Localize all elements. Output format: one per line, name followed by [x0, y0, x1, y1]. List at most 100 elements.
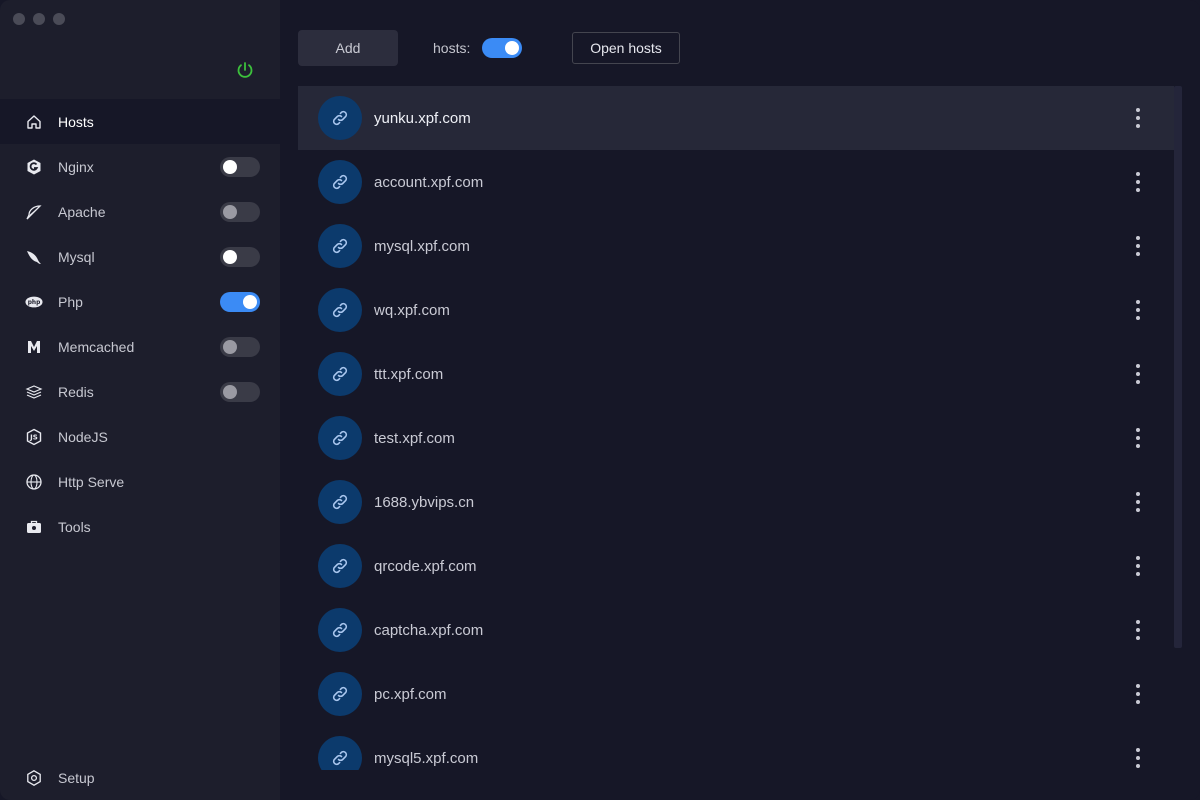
host-row[interactable]: pc.xpf.com: [298, 662, 1174, 726]
nginx-toggle[interactable]: [220, 157, 260, 177]
host-name: wq.xpf.com: [374, 301, 450, 319]
sidebar-item-nginx[interactable]: Nginx: [0, 144, 280, 189]
sidebar-item-label: Redis: [58, 383, 94, 400]
host-name: test.xpf.com: [374, 429, 455, 447]
sidebar-item-label: Setup: [58, 769, 95, 786]
link-icon: [318, 544, 362, 588]
sidebar-nav: Hosts Nginx Apache Mysql php Php Memcach…: [0, 99, 280, 549]
memcached-icon: [25, 338, 43, 356]
link-icon: [318, 224, 362, 268]
mysql-toggle[interactable]: [220, 247, 260, 267]
more-options-icon[interactable]: [1132, 620, 1144, 640]
host-row[interactable]: captcha.xpf.com: [298, 598, 1174, 662]
minimize-window-button[interactable]: [33, 13, 45, 25]
more-options-icon[interactable]: [1132, 236, 1144, 256]
sidebar-footer: Setup: [0, 755, 280, 800]
svg-text:JS: JS: [29, 433, 38, 441]
mysql-dolphin-icon: [25, 248, 43, 266]
apache-feather-icon: [25, 203, 43, 221]
link-icon: [318, 160, 362, 204]
scrollbar[interactable]: [1174, 86, 1182, 648]
link-icon: [318, 416, 362, 460]
link-icon: [318, 608, 362, 652]
host-row[interactable]: account.xpf.com: [298, 150, 1174, 214]
more-options-icon[interactable]: [1132, 364, 1144, 384]
more-options-icon[interactable]: [1132, 428, 1144, 448]
link-icon: [318, 288, 362, 332]
host-name: mysql5.xpf.com: [374, 749, 479, 767]
php-toggle[interactable]: [220, 292, 260, 312]
sidebar-item-hosts[interactable]: Hosts: [0, 99, 280, 144]
sidebar-item-label: Apache: [58, 203, 106, 220]
gear-icon: [25, 769, 43, 787]
host-row[interactable]: wq.xpf.com: [298, 278, 1174, 342]
more-options-icon[interactable]: [1132, 684, 1144, 704]
sidebar-item-http-serve[interactable]: Http Serve: [0, 459, 280, 504]
host-name: captcha.xpf.com: [374, 621, 484, 639]
nodejs-hexagon-icon: JS: [25, 428, 43, 446]
php-icon: php: [25, 293, 43, 311]
host-row[interactable]: qrcode.xpf.com: [298, 534, 1174, 598]
redis-stack-icon: [25, 383, 43, 401]
nginx-icon: [25, 158, 43, 176]
more-options-icon[interactable]: [1132, 108, 1144, 128]
host-row[interactable]: test.xpf.com: [298, 406, 1174, 470]
sidebar-item-label: Mysql: [58, 248, 95, 265]
link-icon: [318, 96, 362, 140]
host-row[interactable]: mysql5.xpf.com: [298, 726, 1174, 770]
main-content: Add hosts: Open hosts yunku.xpf.com accou…: [280, 0, 1200, 800]
home-icon: [25, 113, 43, 131]
link-icon: [318, 480, 362, 524]
sidebar-item-tools[interactable]: Tools: [0, 504, 280, 549]
sidebar-item-redis[interactable]: Redis: [0, 369, 280, 414]
host-row[interactable]: yunku.xpf.com: [298, 86, 1174, 150]
host-row[interactable]: ttt.xpf.com: [298, 342, 1174, 406]
sidebar-item-php[interactable]: php Php: [0, 279, 280, 324]
more-options-icon[interactable]: [1132, 556, 1144, 576]
globe-icon: [25, 473, 43, 491]
apache-toggle[interactable]: [220, 202, 260, 222]
host-row[interactable]: 1688.ybvips.cn: [298, 470, 1174, 534]
sidebar-item-label: Nginx: [58, 158, 94, 175]
open-hosts-button[interactable]: Open hosts: [572, 32, 680, 64]
memcached-toggle[interactable]: [220, 337, 260, 357]
sidebar-item-memcached[interactable]: Memcached: [0, 324, 280, 369]
add-button[interactable]: Add: [298, 30, 398, 66]
close-window-button[interactable]: [13, 13, 25, 25]
svg-text:php: php: [28, 300, 41, 306]
host-name: account.xpf.com: [374, 173, 484, 191]
sidebar-item-label: NodeJS: [58, 428, 108, 445]
more-options-icon[interactable]: [1132, 172, 1144, 192]
sidebar-item-mysql[interactable]: Mysql: [0, 234, 280, 279]
host-name: ttt.xpf.com: [374, 365, 444, 383]
hosts-toggle[interactable]: [482, 38, 522, 58]
zoom-window-button[interactable]: [53, 13, 65, 25]
sidebar-item-setup[interactable]: Setup: [0, 755, 280, 800]
link-icon: [318, 672, 362, 716]
sidebar-item-apache[interactable]: Apache: [0, 189, 280, 234]
toolbar: Add hosts: Open hosts: [298, 30, 1178, 66]
sidebar-item-label: Hosts: [58, 113, 94, 130]
host-name: mysql.xpf.com: [374, 237, 470, 255]
host-name: pc.xpf.com: [374, 685, 447, 703]
link-icon: [318, 736, 362, 770]
more-options-icon[interactable]: [1132, 300, 1144, 320]
app-window: Hosts Nginx Apache Mysql php Php Memcach…: [0, 0, 1200, 800]
redis-toggle[interactable]: [220, 382, 260, 402]
host-name: yunku.xpf.com: [374, 109, 471, 127]
sidebar-item-label: Php: [58, 293, 83, 310]
host-row[interactable]: mysql.xpf.com: [298, 214, 1174, 278]
host-name: qrcode.xpf.com: [374, 557, 477, 575]
sidebar-item-label: Tools: [58, 518, 91, 535]
link-icon: [318, 352, 362, 396]
toolbox-icon: [25, 518, 43, 536]
more-options-icon[interactable]: [1132, 492, 1144, 512]
sidebar-item-label: Memcached: [58, 338, 135, 355]
host-name: 1688.ybvips.cn: [374, 493, 475, 511]
window-controls: [13, 13, 65, 25]
more-options-icon[interactable]: [1132, 748, 1144, 768]
sidebar-item-label: Http Serve: [58, 473, 125, 490]
host-list: yunku.xpf.com account.xpf.com mysql.xpf.co…: [298, 86, 1174, 770]
sidebar-item-nodejs[interactable]: JS NodeJS: [0, 414, 280, 459]
power-icon[interactable]: [235, 60, 255, 80]
